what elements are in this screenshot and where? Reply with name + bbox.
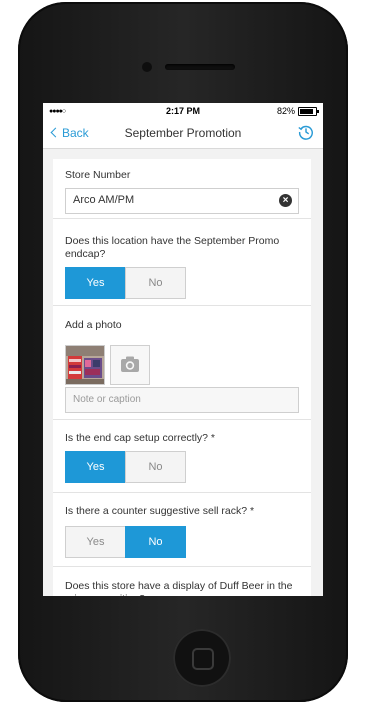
home-square-icon (192, 648, 214, 670)
endcap-toggle: Yes No (65, 267, 186, 299)
phone-screen: ●●●●○ 2:17 PM 82% Back September Promoti… (43, 103, 323, 596)
caption-input[interactable]: Note or caption (65, 387, 299, 413)
store-display-image (66, 346, 104, 384)
duff-display-label: Does this store have a display of Duff B… (65, 580, 293, 596)
store-number-value: Arco AM/PM (73, 194, 135, 206)
caption-placeholder: Note or caption (73, 394, 141, 405)
camera-icon (121, 356, 139, 372)
form-card: Store Number Arco AM/PM × Does this loca… (53, 159, 311, 596)
endcap-setup-label: Is the end cap setup correctly? * (65, 432, 215, 444)
endcap-setup-no-button[interactable]: No (125, 451, 186, 483)
clear-icon[interactable]: × (279, 194, 292, 207)
endcap-setup-yes-button[interactable]: Yes (65, 451, 126, 483)
status-bar: ●●●●○ 2:17 PM 82% (43, 103, 323, 120)
store-number-section: Store Number Arco AM/PM × (53, 159, 311, 219)
history-icon[interactable] (297, 123, 315, 141)
battery-icon (298, 107, 319, 116)
battery-percent: 82% (276, 106, 295, 116)
add-photo-label: Add a photo (65, 319, 122, 331)
home-button[interactable] (173, 629, 231, 687)
store-number-input[interactable]: Arco AM/PM × (65, 188, 299, 214)
photo-thumbnail[interactable] (65, 345, 105, 385)
endcap-setup-toggle: Yes No (65, 451, 186, 483)
speaker-grille (165, 64, 235, 70)
endcap-no-button[interactable]: No (125, 267, 186, 299)
counter-rack-yes-button[interactable]: Yes (65, 526, 126, 558)
counter-rack-label: Is there a counter suggestive sell rack?… (65, 505, 255, 517)
photo-section: Add a photo Note or caption (53, 306, 311, 420)
endcap-yes-button[interactable]: Yes (65, 267, 126, 299)
page-title: September Promotion (124, 126, 242, 140)
navigation-bar: Back September Promotion (43, 120, 323, 149)
store-number-label: Store Number (65, 169, 131, 181)
counter-rack-toggle: Yes No (65, 526, 186, 558)
endcap-question-label: Does this location have the September Pr… (65, 235, 280, 260)
front-camera (142, 62, 152, 72)
counter-rack-section: Is there a counter suggestive sell rack?… (53, 493, 311, 567)
endcap-setup-section: Is the end cap setup correctly? * Yes No (53, 420, 311, 493)
camera-button[interactable] (110, 345, 150, 385)
endcap-question-section: Does this location have the September Pr… (53, 219, 311, 306)
duff-display-section: Does this store have a display of Duff B… (53, 567, 311, 596)
counter-rack-no-button[interactable]: No (125, 526, 186, 558)
